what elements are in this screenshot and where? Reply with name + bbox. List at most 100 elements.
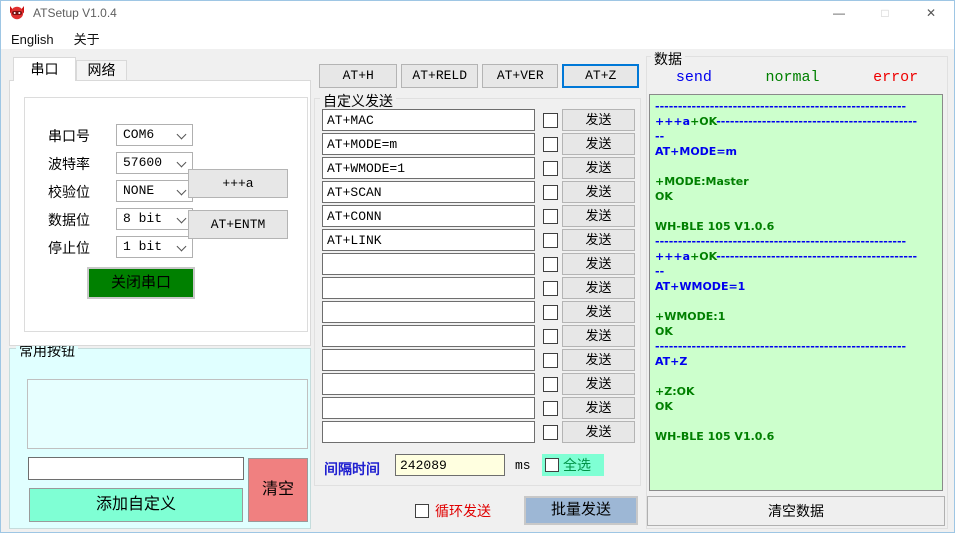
quick-command-button[interactable]: AT+VER [481,64,559,88]
field-dropdown[interactable]: COM6 [116,124,193,146]
send-button[interactable]: 发送 [562,157,635,179]
command-checkbox[interactable] [543,424,558,440]
command-input[interactable] [322,397,535,419]
interval-unit: ms [515,458,531,473]
command-checkbox[interactable] [543,136,558,152]
send-button[interactable]: 发送 [562,397,635,419]
common-buttons-list[interactable] [27,379,308,449]
command-input[interactable] [322,205,535,227]
clear-button[interactable]: 清空 [248,458,308,522]
interval-label: 间隔时间 [324,461,380,477]
field-label: 数据位 [48,212,90,228]
custom-command-row: 发送 [322,349,637,371]
quick-command-button[interactable]: AT+Z [562,64,639,88]
command-input[interactable] [322,229,535,251]
menu-item[interactable]: 关于 [64,26,110,51]
custom-command-row: 发送 [322,397,637,419]
select-all-checkbox[interactable] [545,458,559,472]
serial-field-row: 串口号 COM6 [25,124,307,146]
send-button[interactable]: 发送 [562,277,635,299]
send-button[interactable]: 发送 [562,133,635,155]
send-button[interactable]: 发送 [562,109,635,131]
field-label: 校验位 [48,184,90,200]
field-label: 串口号 [48,128,90,144]
tab-network[interactable]: 网络 [76,60,127,81]
log-line: ----------------------------------------… [655,235,907,248]
data-log[interactable]: ----------------------------------------… [649,94,943,491]
field-dropdown[interactable]: NONE [116,180,193,202]
loop-send-checkbox[interactable] [415,504,429,518]
send-button[interactable]: 发送 [562,421,635,443]
command-checkbox[interactable] [543,376,558,392]
command-checkbox[interactable] [543,304,558,320]
command-input[interactable] [322,133,535,155]
log-line: OK [655,325,673,338]
log-line: +++a+OK---------------------------------… [655,115,918,128]
send-button[interactable]: 发送 [562,325,635,347]
command-input[interactable] [322,301,535,323]
command-checkbox[interactable] [543,112,558,128]
command-input[interactable] [322,277,535,299]
interval-input[interactable] [395,454,505,476]
menu-item[interactable]: English [1,29,64,50]
custom-command-row: 发送 [322,157,637,179]
clear-data-button[interactable]: 清空数据 [647,496,945,526]
custom-command-row: 发送 [322,181,637,203]
close-button[interactable]: ✕ [908,1,954,26]
command-input[interactable] [322,421,535,443]
command-checkbox[interactable] [543,208,558,224]
close-serial-button[interactable]: 关闭串口 [87,267,195,299]
chevron-down-icon [176,241,187,252]
command-checkbox[interactable] [543,184,558,200]
command-input[interactable] [322,181,535,203]
command-checkbox[interactable] [543,328,558,344]
tab-serial[interactable]: 串口 [13,57,76,81]
minimize-button[interactable]: — [816,1,862,26]
batch-send-button[interactable]: 批量发送 [524,496,638,525]
data-legend: send normal error [649,69,945,86]
data-group: 数据 send normal error ---------------------… [646,49,948,529]
custom-command-row: 发送 [322,109,637,131]
send-button[interactable]: 发送 [562,181,635,203]
custom-command-row: 发送 [322,205,637,227]
add-custom-button[interactable]: 添加自定义 [29,488,243,522]
command-checkbox[interactable] [543,280,558,296]
log-line: +MODE:Master [655,175,749,188]
loop-send-label: 循环发送 [435,503,491,519]
field-dropdown[interactable]: 8 bit [116,208,193,230]
dropdown-value: 57600 [123,155,163,170]
command-input[interactable] [322,349,535,371]
send-button[interactable]: 发送 [562,373,635,395]
plus-a-button[interactable]: +++a [188,169,288,198]
send-button[interactable]: 发送 [562,229,635,251]
command-input[interactable] [322,109,535,131]
quick-command-button[interactable]: AT+RELD [401,64,478,88]
command-checkbox[interactable] [543,232,558,248]
command-checkbox[interactable] [543,352,558,368]
dropdown-value: NONE [123,183,155,198]
custom-command-row: 发送 [322,277,637,299]
app-icon [10,6,24,20]
command-checkbox[interactable] [543,400,558,416]
log-line: AT+Z [655,355,688,368]
dropdown-value: 8 bit [123,211,163,226]
at-entm-button[interactable]: AT+ENTM [188,210,288,239]
custom-command-input[interactable] [28,457,244,480]
maximize-button[interactable]: □ [862,1,908,26]
command-input[interactable] [322,157,535,179]
command-checkbox[interactable] [543,160,558,176]
quick-command-button[interactable]: AT+H [319,64,398,88]
command-checkbox[interactable] [543,256,558,272]
field-dropdown[interactable]: 1 bit [116,236,193,258]
send-button[interactable]: 发送 [562,253,635,275]
send-button[interactable]: 发送 [562,301,635,323]
command-input[interactable] [322,373,535,395]
send-button[interactable]: 发送 [562,205,635,227]
command-input[interactable] [322,325,535,347]
custom-send-group: 自定义发送 发送 发送 发送 发送 发送 发送 发 [314,91,641,486]
field-dropdown[interactable]: 57600 [116,152,193,174]
send-button[interactable]: 发送 [562,349,635,371]
command-input[interactable] [322,253,535,275]
